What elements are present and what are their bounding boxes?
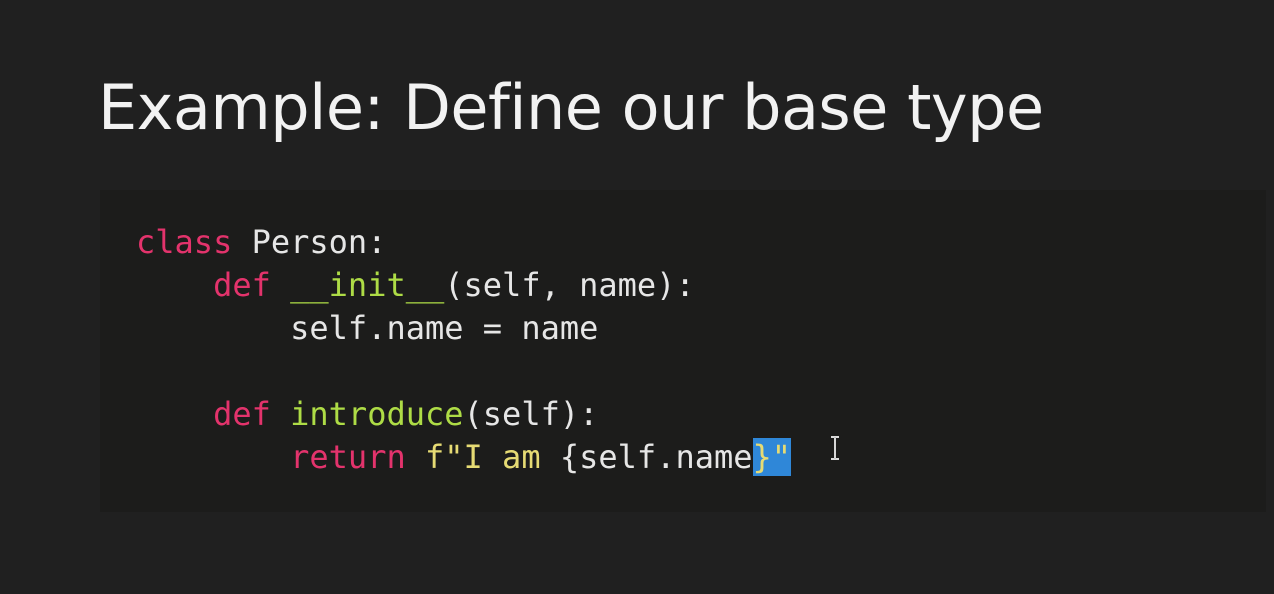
code-token: f"I am <box>424 438 560 476</box>
slide: Example: Define our base type class Pers… <box>0 0 1274 594</box>
code-line: def __init__(self, name): <box>136 265 695 305</box>
code-token: (self): <box>463 395 599 433</box>
code-token: introduce <box>290 395 464 433</box>
text-cursor-icon <box>831 436 839 460</box>
code-token: Person: <box>232 223 387 261</box>
code-token: return <box>290 438 406 476</box>
selected-text: }" <box>752 438 792 476</box>
code-token: {self.name <box>559 438 753 476</box>
code-token: def <box>213 266 271 304</box>
code-line: class Person: <box>136 222 386 262</box>
code-token: def <box>213 395 271 433</box>
code-line: self.name = name <box>136 308 598 348</box>
code-line: return f"I am {self.name}" <box>136 437 792 477</box>
slide-title: Example: Define our base type <box>98 71 1044 144</box>
code-line: def introduce(self): <box>136 394 598 434</box>
code-token: self.name = name <box>136 309 599 347</box>
code-block[interactable]: class Person: def __init__(self, name): … <box>100 190 1266 512</box>
code-token: __init__ <box>290 266 445 304</box>
code-token: (self, name): <box>444 266 695 304</box>
code-token: class <box>136 223 233 261</box>
